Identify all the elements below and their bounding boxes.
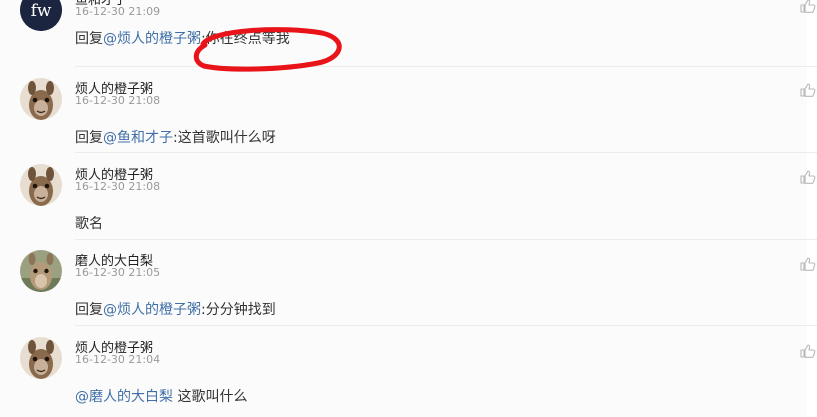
alpaca-avatar — [20, 78, 62, 120]
mention-link[interactable]: @烦人的橙子粥 — [103, 302, 201, 318]
thumbs-up-icon[interactable] — [800, 256, 816, 271]
comment-text: 回复@鱼和才子:这首歌叫什么呀 — [75, 127, 276, 147]
thumbs-up-icon[interactable] — [800, 0, 816, 13]
reply-prefix: 回复 — [75, 31, 103, 47]
llama-avatar — [20, 250, 62, 292]
comment-item: 烦人的橙子粥 16-12-30 21:08 歌名 — [0, 164, 816, 244]
comment-item: fw 鱼和才子 16-12-30 21:09 回复@烦人的橙子粥:你在终点等我 — [0, 0, 816, 69]
comment-message: 这首歌叫什么呀 — [177, 130, 276, 146]
comment-message: 分分钟找到 — [205, 302, 276, 318]
mention-link[interactable]: @磨人的大白梨 — [75, 389, 173, 405]
comment-text: @磨人的大白梨 这歌叫什么 — [75, 386, 247, 406]
comment-timestamp: 16-12-30 21:05 — [75, 266, 161, 279]
avatar[interactable] — [20, 337, 62, 379]
comment-timestamp: 16-12-30 21:09 — [75, 5, 161, 18]
comment-divider — [75, 325, 817, 326]
comment-item: 烦人的橙子粥 16-12-30 21:04 @磨人的大白梨 这歌叫什么 — [0, 337, 816, 417]
comment-text: 歌名 — [75, 213, 103, 233]
comment-message: 歌名 — [75, 216, 103, 232]
comment-divider — [75, 66, 817, 67]
alpaca-avatar — [20, 337, 62, 379]
comment-divider — [75, 239, 817, 240]
mention-link[interactable]: @烦人的橙子粥 — [103, 31, 201, 47]
avatar-logo-text: fw — [31, 1, 52, 21]
alpaca-avatar — [20, 164, 62, 206]
fw-logo-avatar: fw — [20, 0, 62, 31]
comment-item: 烦人的橙子粥 16-12-30 21:08 回复@鱼和才子:这首歌叫什么呀 — [0, 78, 816, 158]
comment-timestamp: 16-12-30 21:08 — [75, 180, 161, 193]
reply-prefix: 回复 — [75, 130, 103, 146]
mention-link[interactable]: @鱼和才子 — [103, 130, 173, 146]
comment-text: 回复@烦人的橙子粥:你在终点等我 — [75, 28, 290, 48]
avatar[interactable]: fw — [20, 0, 62, 31]
reply-prefix: 回复 — [75, 302, 103, 318]
comment-timestamp: 16-12-30 21:08 — [75, 94, 161, 107]
comment-divider — [75, 152, 817, 153]
comment-item: 磨人的大白梨 16-12-30 21:05 回复@烦人的橙子粥:分分钟找到 — [0, 250, 816, 330]
avatar[interactable] — [20, 250, 62, 292]
avatar[interactable] — [20, 78, 62, 120]
thumbs-up-icon[interactable] — [800, 82, 816, 97]
thumbs-up-icon[interactable] — [800, 169, 816, 184]
comment-message: 你在终点等我 — [205, 31, 290, 47]
comment-text: 回复@烦人的橙子粥:分分钟找到 — [75, 299, 276, 319]
comment-timestamp: 16-12-30 21:04 — [75, 353, 161, 366]
avatar[interactable] — [20, 164, 62, 206]
comment-message: 这歌叫什么 — [177, 389, 248, 405]
thumbs-up-icon[interactable] — [800, 343, 816, 358]
